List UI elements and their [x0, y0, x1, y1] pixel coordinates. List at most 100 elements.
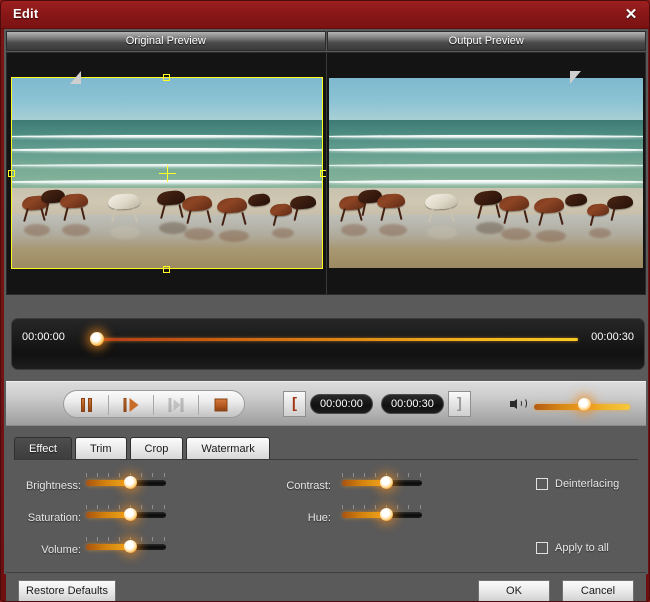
timeline[interactable]: 00:00:00 00:00:30: [11, 318, 645, 370]
tab-trim[interactable]: Trim: [74, 437, 127, 460]
play-icon: [123, 398, 139, 412]
reflection: [110, 226, 140, 239]
timeline-start-time: 00:00:00: [22, 331, 65, 343]
volume-effect-slider[interactable]: [86, 537, 166, 557]
sea: [12, 119, 322, 189]
timeline-playhead[interactable]: [90, 332, 104, 346]
mark-out-button[interactable]: ]: [447, 391, 471, 417]
sky: [329, 78, 643, 120]
window-title: Edit: [13, 6, 39, 21]
divider: [153, 395, 154, 415]
trim-start-marker[interactable]: [70, 71, 81, 84]
output-preview-header: Output Preview: [326, 31, 646, 51]
end-time-field[interactable]: 00:00:30: [381, 394, 444, 414]
restore-defaults-button[interactable]: Restore Defaults: [18, 580, 116, 601]
reflection: [272, 228, 294, 238]
brightness-slider[interactable]: [86, 473, 166, 493]
divider: [198, 395, 199, 415]
crop-handle-left[interactable]: [8, 170, 15, 177]
crop-handle-bottom[interactable]: [163, 266, 170, 273]
pause-button[interactable]: [69, 395, 105, 415]
contrast-slider[interactable]: [342, 473, 422, 493]
saturation-slider[interactable]: [86, 505, 166, 525]
saturation-label: Saturation:: [27, 512, 81, 524]
reflection: [24, 224, 50, 236]
sky: [12, 78, 322, 120]
tab-watermark[interactable]: Watermark: [186, 437, 270, 460]
start-time-field[interactable]: 00:00:00: [310, 394, 373, 414]
dialog-content: Original Preview Output Preview 00:00:00…: [4, 29, 648, 601]
reflection: [501, 228, 531, 240]
reflection: [184, 228, 214, 240]
slider-knob[interactable]: [124, 476, 137, 489]
brightness-label: Brightness:: [25, 480, 81, 492]
original-preview-pane[interactable]: [7, 53, 327, 294]
reflection: [476, 222, 504, 234]
reflection: [536, 230, 566, 242]
apply-to-all-label: Apply to all: [555, 542, 609, 554]
wave: [12, 135, 322, 138]
slider-knob[interactable]: [380, 476, 393, 489]
deinterlacing-checkbox[interactable]: [536, 478, 548, 490]
playback-button-group: [63, 390, 245, 418]
volume-slider-knob[interactable]: [578, 398, 591, 411]
volume-label: Volume:: [41, 544, 81, 556]
cancel-button[interactable]: Cancel: [562, 580, 634, 601]
tab-underline: [14, 459, 638, 460]
tab-crop[interactable]: Crop: [129, 437, 184, 460]
crop-handle-right[interactable]: [320, 170, 326, 177]
wave: [329, 135, 643, 138]
output-preview-pane[interactable]: [327, 53, 645, 294]
reflection: [379, 224, 407, 236]
apply-to-all-checkbox[interactable]: [536, 542, 548, 554]
mark-out-group: 00:00:30 ]: [381, 391, 471, 417]
close-icon[interactable]: ✕: [621, 5, 641, 25]
hue-slider[interactable]: [342, 505, 422, 525]
preview-panes: [6, 52, 646, 295]
reflection: [341, 224, 367, 236]
tab-bar: Effect Trim Crop Watermark: [14, 437, 273, 460]
tab-effect[interactable]: Effect: [14, 437, 72, 460]
trim-end-marker[interactable]: [570, 71, 581, 84]
timeline-track[interactable]: [96, 338, 578, 341]
timeline-end-time: 00:00:30: [591, 331, 634, 343]
reflection: [219, 230, 249, 242]
reflection: [427, 226, 457, 239]
dialog-footer: Restore Defaults OK Cancel: [6, 572, 646, 601]
contrast-label: Contrast:: [286, 480, 331, 492]
output-preview-image: [329, 78, 643, 268]
divider: [108, 395, 109, 415]
play-button[interactable]: [113, 395, 149, 415]
hue-label: Hue:: [307, 512, 331, 524]
reflection: [62, 224, 90, 236]
slider-knob[interactable]: [124, 508, 137, 521]
original-preview-image: [12, 78, 322, 268]
edit-dialog-window: Edit ✕ Original Preview Output Preview 0…: [0, 0, 650, 602]
next-frame-button[interactable]: [158, 395, 194, 415]
apply-to-all-checkbox-row[interactable]: Apply to all: [536, 542, 609, 554]
wave: [12, 179, 322, 184]
stop-button[interactable]: [203, 395, 239, 415]
deinterlacing-checkbox-row[interactable]: Deinterlacing: [536, 478, 619, 490]
effects-panel: Effect Trim Crop Watermark Brightness: 0: [6, 426, 646, 572]
speaker-icon[interactable]: [510, 396, 528, 412]
mark-in-button[interactable]: [: [283, 391, 306, 417]
wave: [329, 179, 643, 184]
slider-knob[interactable]: [380, 508, 393, 521]
reflection: [159, 222, 187, 234]
mark-in-group: [ 00:00:00: [283, 391, 373, 417]
preview-headers: Original Preview Output Preview: [6, 31, 646, 51]
pause-icon: [81, 398, 93, 412]
title-bar: Edit ✕: [1, 1, 649, 29]
crop-handle-top[interactable]: [163, 74, 170, 81]
slider-knob[interactable]: [124, 540, 137, 553]
original-preview-header: Original Preview: [6, 31, 326, 51]
wave: [12, 163, 322, 167]
wave: [329, 163, 643, 167]
ok-button[interactable]: OK: [478, 580, 550, 601]
reflection: [589, 228, 611, 238]
sea: [329, 119, 643, 189]
deinterlacing-label: Deinterlacing: [555, 478, 620, 490]
next-frame-icon: [168, 398, 184, 412]
stop-icon: [214, 398, 228, 412]
